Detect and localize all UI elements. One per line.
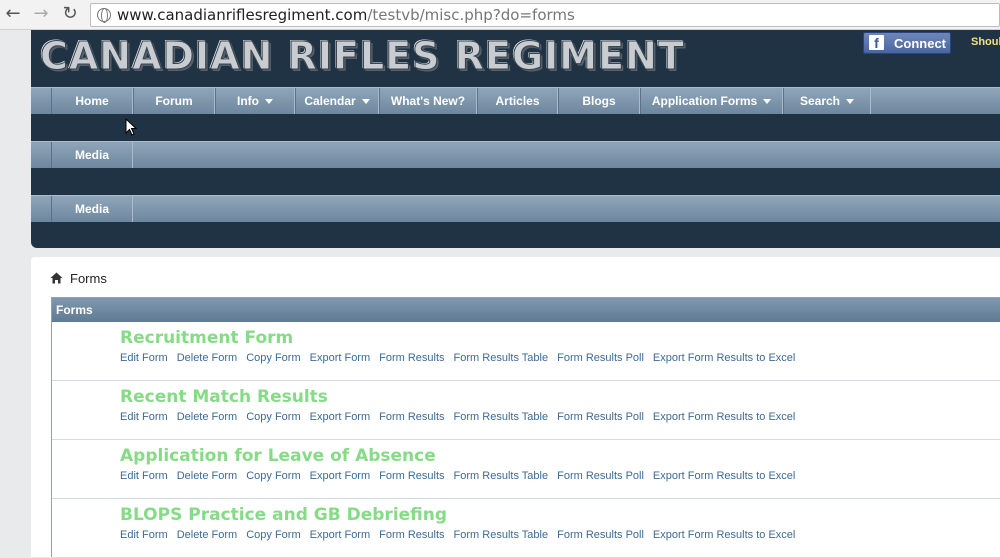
export-form-results-excel-link[interactable]: Export Form Results to Excel: [653, 470, 795, 482]
form-title-link[interactable]: Application for Leave of Absence: [120, 446, 436, 466]
back-arrow-icon[interactable]: ←: [3, 4, 23, 24]
url-path: /testvb/misc.php?do=forms: [367, 6, 575, 24]
form-actions: Edit Form Delete Form Copy Form Export Form…: [120, 352, 804, 366]
form-results-table-link[interactable]: Form Results Table: [454, 470, 549, 482]
nav-whats-new[interactable]: What's New?: [379, 88, 477, 114]
copy-form-link[interactable]: Copy Form: [246, 352, 300, 364]
nav-home-label: Home: [75, 94, 109, 108]
nav-search[interactable]: Search: [783, 88, 871, 114]
nav-calendar-label: Calendar: [304, 94, 356, 108]
nav-info[interactable]: Info: [215, 88, 295, 114]
form-title-link[interactable]: Recent Match Results: [120, 387, 328, 407]
nav-forum-label: Forum: [155, 94, 193, 108]
globe-icon: [97, 8, 111, 23]
delete-form-link[interactable]: Delete Form: [177, 470, 238, 482]
export-form-results-excel-link[interactable]: Export Form Results to Excel: [653, 411, 795, 423]
chevron-down-icon: [265, 99, 273, 105]
forms-panel: Forms Recruitment Form Edit Form Delete F…: [51, 297, 1000, 558]
export-form-link[interactable]: Export Form: [310, 352, 371, 364]
home-icon[interactable]: [50, 272, 63, 284]
nav-media-2-label: Media: [74, 202, 109, 216]
form-results-table-link[interactable]: Form Results Table: [454, 529, 549, 541]
mouse-cursor-icon: [125, 118, 137, 136]
copy-form-link[interactable]: Copy Form: [246, 411, 300, 423]
form-row: Recent Match Results Edit Form Delete For…: [52, 381, 1000, 440]
facebook-connect-button[interactable]: f Connect: [863, 32, 951, 54]
form-results-poll-link[interactable]: Form Results Poll: [557, 529, 644, 541]
copy-form-link[interactable]: Copy Form: [246, 529, 300, 541]
form-results-link[interactable]: Form Results: [379, 529, 444, 541]
nav-forum[interactable]: Forum: [133, 88, 215, 114]
form-results-poll-link[interactable]: Form Results Poll: [557, 352, 644, 364]
facebook-connect-label: Connect: [894, 36, 946, 51]
delete-form-link[interactable]: Delete Form: [177, 529, 238, 541]
form-results-poll-link[interactable]: Form Results Poll: [557, 470, 644, 482]
main-navbar: Home Forum Info Calendar What's New? Art…: [31, 87, 1000, 114]
browser-toolbar: ← → ↻ www.canadianriflesregiment.com/tes…: [0, 0, 1000, 30]
form-row: Recruitment Form Edit Form Delete Form Cop…: [52, 322, 1000, 381]
form-results-link[interactable]: Form Results: [379, 352, 444, 364]
chevron-down-icon: [361, 99, 370, 105]
breadcrumb-current: Forms: [70, 271, 107, 286]
form-row: Application for Leave of Absence Edit Fo…: [52, 440, 1000, 499]
nav-search-label: Search: [799, 94, 841, 108]
chevron-down-icon: [763, 99, 772, 105]
site-logo[interactable]: CANADIAN RIFLES REGIMENT: [40, 34, 685, 79]
copy-form-link[interactable]: Copy Form: [246, 470, 300, 482]
nav-info-label: Info: [237, 94, 259, 108]
export-form-results-excel-link[interactable]: Export Form Results to Excel: [653, 529, 795, 541]
chevron-down-icon: [846, 99, 855, 105]
nav-application-forms[interactable]: Application Forms: [640, 88, 783, 114]
delete-form-link[interactable]: Delete Form: [177, 352, 238, 364]
export-form-link[interactable]: Export Form: [310, 470, 371, 482]
reload-icon[interactable]: ↻: [60, 4, 80, 24]
delete-form-link[interactable]: Delete Form: [177, 411, 238, 423]
nav-whats-new-label: What's New?: [390, 94, 466, 108]
nav-application-forms-label: Application Forms: [651, 94, 758, 108]
form-actions: Edit Form Delete Form Copy Form Export Form…: [120, 470, 804, 484]
export-form-link[interactable]: Export Form: [310, 411, 371, 423]
export-form-results-excel-link[interactable]: Export Form Results to Excel: [653, 352, 795, 364]
nav-media-2[interactable]: Media: [51, 196, 133, 222]
form-results-link[interactable]: Form Results: [379, 470, 444, 482]
form-title-link[interactable]: BLOPS Practice and GB Debriefing: [120, 505, 447, 525]
edit-form-link[interactable]: Edit Form: [120, 352, 168, 364]
url-host: www.canadianriflesregiment.com: [117, 6, 368, 24]
address-url: www.canadianriflesregiment.com/testvb/mi…: [117, 6, 575, 24]
export-form-link[interactable]: Export Form: [310, 529, 371, 541]
nav-calendar[interactable]: Calendar: [295, 88, 379, 114]
form-results-poll-link[interactable]: Form Results Poll: [557, 411, 644, 423]
sub-navbar-2: Media: [31, 195, 1000, 222]
nav-blogs[interactable]: Blogs: [558, 88, 640, 114]
facebook-icon: f: [869, 35, 884, 51]
edit-form-link[interactable]: Edit Form: [120, 529, 168, 541]
form-row: BLOPS Practice and GB Debriefing Edit Fo…: [52, 499, 1000, 558]
nav-home[interactable]: Home: [51, 88, 133, 114]
forms-panel-header: Forms: [52, 298, 1000, 322]
header-truncated-text: Shoul: [971, 36, 1000, 48]
forward-arrow-icon[interactable]: →: [31, 4, 51, 24]
nav-media-1[interactable]: Media: [51, 142, 133, 168]
nav-articles[interactable]: Articles: [477, 88, 558, 114]
address-bar[interactable]: www.canadianriflesregiment.com/testvb/mi…: [90, 3, 1000, 27]
form-title-link[interactable]: Recruitment Form: [120, 328, 293, 348]
form-results-table-link[interactable]: Form Results Table: [454, 352, 549, 364]
form-results-link[interactable]: Form Results: [379, 411, 444, 423]
edit-form-link[interactable]: Edit Form: [120, 470, 168, 482]
nav-blogs-label: Blogs: [582, 94, 616, 108]
form-results-table-link[interactable]: Form Results Table: [454, 411, 549, 423]
edit-form-link[interactable]: Edit Form: [120, 411, 168, 423]
nav-media-1-label: Media: [74, 148, 109, 162]
nav-articles-label: Articles: [495, 94, 540, 108]
sub-navbar-1: Media: [31, 141, 1000, 168]
form-actions: Edit Form Delete Form Copy Form Export Form…: [120, 529, 804, 543]
form-actions: Edit Form Delete Form Copy Form Export Form…: [120, 411, 804, 425]
